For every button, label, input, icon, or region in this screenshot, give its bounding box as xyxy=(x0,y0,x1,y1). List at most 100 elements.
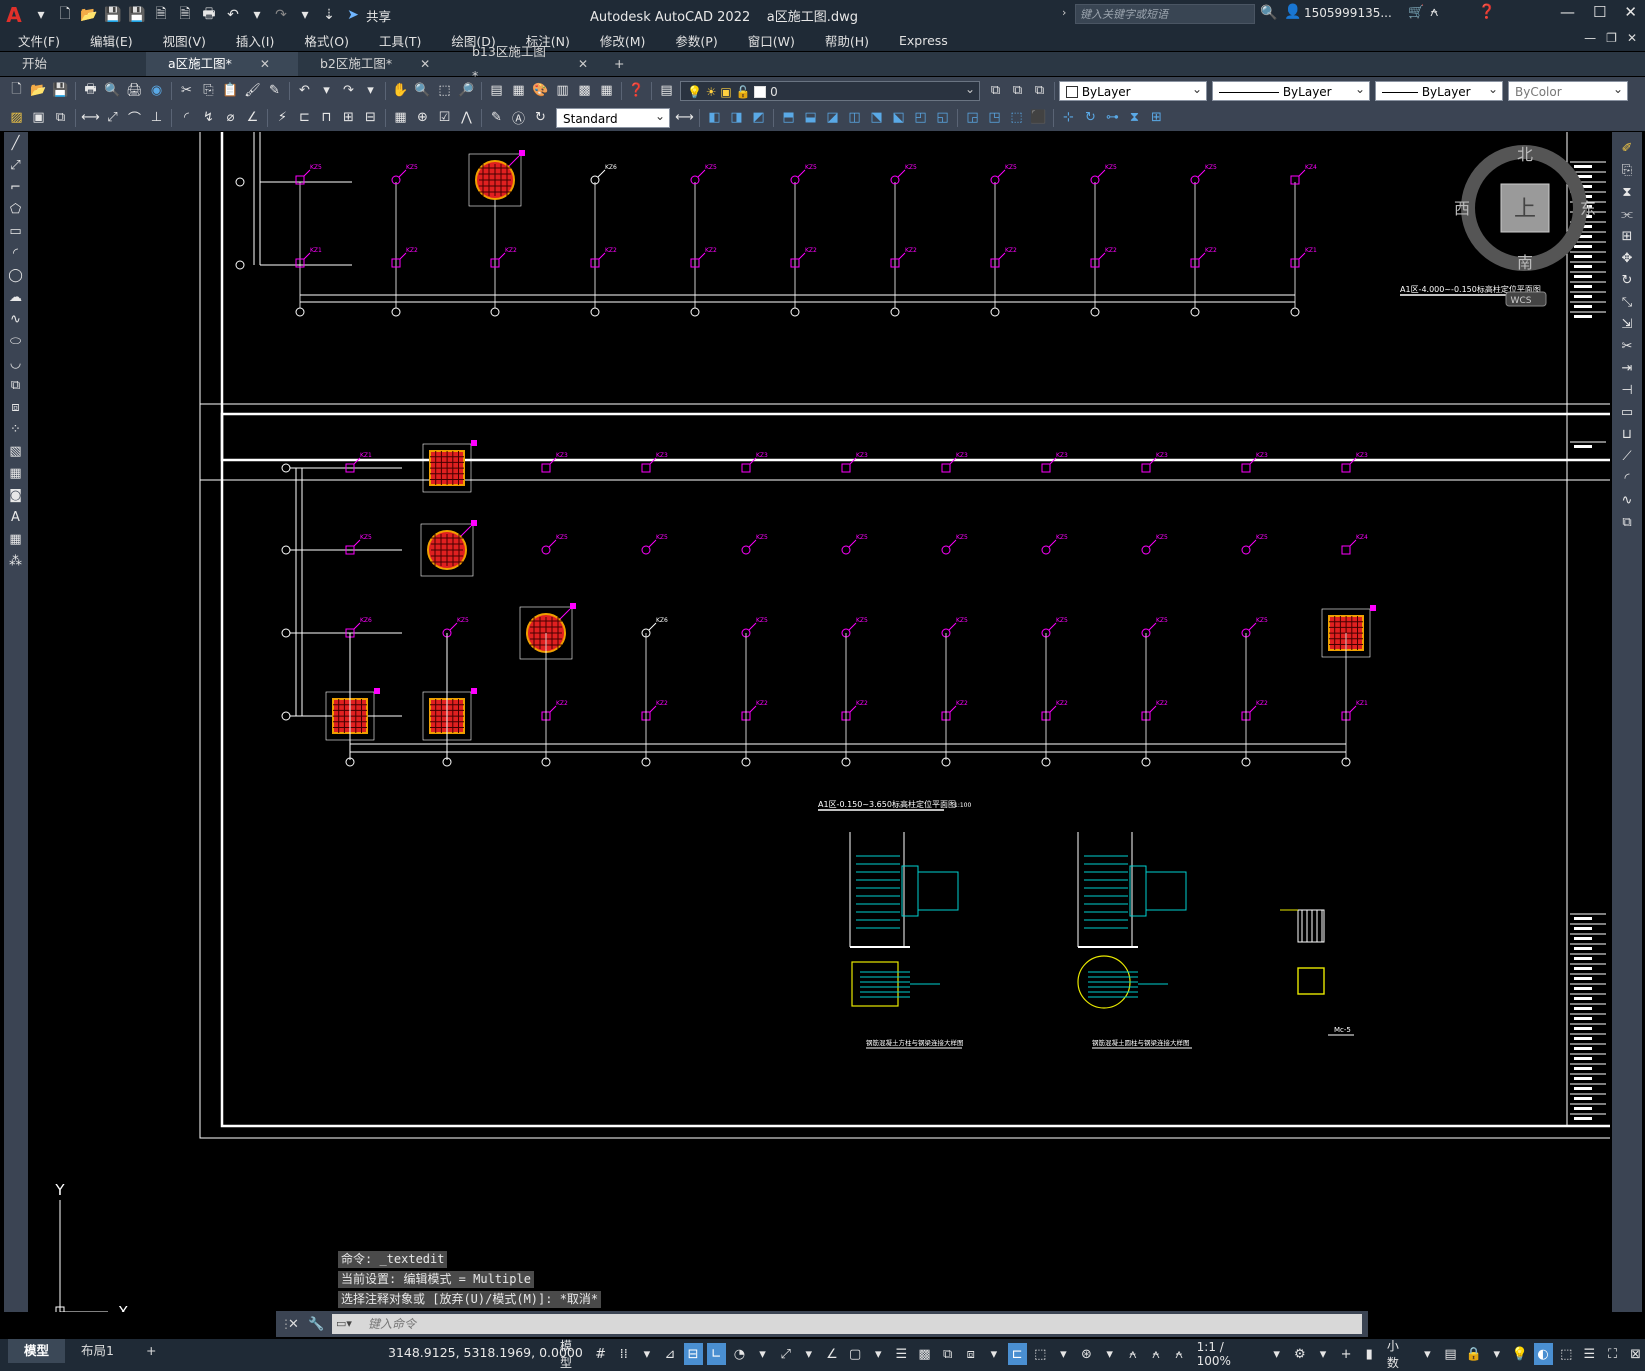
region-icon[interactable]: ◙ xyxy=(5,485,26,506)
chevron-right-icon[interactable]: › xyxy=(1062,6,1066,19)
ordinate-dimension-icon[interactable]: ⊥ xyxy=(146,107,167,128)
fillet-icon[interactable]: ◜ xyxy=(1617,468,1638,489)
construction-line-icon[interactable]: ⤢ xyxy=(5,155,26,176)
transparency-icon[interactable]: ▩ xyxy=(915,1343,934,1365)
ellipse-arc-icon[interactable]: ◡ xyxy=(5,353,26,374)
save-as-icon[interactable]: 💾 xyxy=(126,4,148,26)
viewcube-east[interactable]: 东 xyxy=(1580,199,1596,218)
dimension-edit-icon[interactable]: ✎ xyxy=(486,107,507,128)
sweep-icon[interactable]: ◪ xyxy=(822,107,843,128)
radius-dimension-icon[interactable]: ◜ xyxy=(176,107,197,128)
union-icon[interactable]: ⬕ xyxy=(888,107,909,128)
lock-ui-dropdown-icon[interactable]: ▾ xyxy=(1487,1343,1506,1365)
units-dropdown-icon[interactable]: ▾ xyxy=(1418,1343,1437,1365)
menu-modify[interactable]: 修改(M) xyxy=(582,31,658,50)
extrude-icon[interactable]: ⬒ xyxy=(778,107,799,128)
save-icon[interactable]: 💾 xyxy=(102,4,124,26)
layer-dropdown[interactable]: 💡 ☀ ▣ 🔓 0 xyxy=(680,79,980,101)
3d-object-snap-icon[interactable]: ⧈ xyxy=(961,1343,980,1365)
plot-icon[interactable]: 🖶 xyxy=(198,4,220,26)
ellipse-icon[interactable]: ⬭ xyxy=(5,331,26,352)
continue-dimension-icon[interactable]: ⊓ xyxy=(316,107,337,128)
layer-previous-icon[interactable]: ⧉ xyxy=(1007,80,1028,101)
dynamic-input-icon[interactable]: ⊟ xyxy=(683,1343,703,1365)
plotstyle-dropdown[interactable]: ByColor xyxy=(1508,79,1628,101)
new-icon[interactable]: 🗋 xyxy=(6,80,27,101)
align-3d-icon[interactable]: ⊶ xyxy=(1102,107,1123,128)
undo-icon[interactable]: ↶ xyxy=(294,80,315,101)
tab-b13-drawing[interactable]: b13区施工图* ✕ xyxy=(450,44,602,83)
jogged-linear-icon[interactable]: ⋀ xyxy=(456,107,477,128)
snap-dropdown-icon[interactable]: ▾ xyxy=(637,1343,656,1365)
clean-screen-icon[interactable]: ⬚ xyxy=(1557,1343,1576,1365)
help-icon[interactable]: ❓ xyxy=(626,80,647,101)
trim-icon[interactable]: ✂ xyxy=(1617,336,1638,357)
close-command-line-icon[interactable]: ✕ xyxy=(288,1317,308,1332)
menu-tools[interactable]: 工具(T) xyxy=(361,31,433,50)
calculator-icon[interactable]: ▦ xyxy=(596,80,617,101)
recent-commands-icon[interactable]: ▭▾ xyxy=(336,1317,352,1330)
publish-icon[interactable]: 🖨 xyxy=(124,80,145,101)
doc-close-icon[interactable]: ✕ xyxy=(1627,31,1637,45)
annotation-scale-dropdown[interactable]: 1:1 / 100% xyxy=(1193,1340,1263,1368)
text-style-dropdown[interactable]: Standard xyxy=(556,106,670,128)
menu-express[interactable]: Express xyxy=(881,33,960,48)
make-block-icon[interactable]: ⧈ xyxy=(5,397,26,418)
save-icon[interactable]: 💾 xyxy=(50,80,71,101)
tab-close-icon[interactable]: ✕ xyxy=(578,52,588,76)
ortho-icon[interactable]: ∟ xyxy=(706,1343,726,1365)
pan-icon[interactable]: ✋ xyxy=(390,80,411,101)
share-label[interactable]: 共享 xyxy=(366,6,391,25)
rotate-3d-icon[interactable]: ↻ xyxy=(1080,107,1101,128)
selection-filter-icon[interactable]: ⬚ xyxy=(1031,1343,1050,1365)
search-icon[interactable]: 🔍 xyxy=(1260,5,1277,21)
help-icon[interactable]: ❓ xyxy=(1478,4,1495,20)
lineweight-dropdown[interactable]: ByLayer xyxy=(1375,79,1503,101)
add-selected-icon[interactable]: ⁂ xyxy=(5,551,26,572)
gizmo-icon[interactable]: ⊛ xyxy=(1077,1343,1096,1365)
customize-icon[interactable]: 🔧 xyxy=(308,1317,328,1332)
layout-tab-model[interactable]: 模型 xyxy=(8,1339,66,1363)
open-file-icon[interactable]: 📂 xyxy=(78,4,100,26)
intersect-icon[interactable]: ◱ xyxy=(932,107,953,128)
explode-icon[interactable]: ⧉ xyxy=(1617,512,1638,533)
dimension-break-icon[interactable]: ⊟ xyxy=(360,107,381,128)
user-icon[interactable]: 👤 xyxy=(1284,4,1301,20)
array-3d-icon[interactable]: ⊞ xyxy=(1146,107,1167,128)
dynamic-ucs-icon[interactable]: ⊏ xyxy=(1007,1343,1027,1365)
dimension-update-icon[interactable]: ↻ xyxy=(530,107,551,128)
hatch-icon[interactable]: ▧ xyxy=(5,441,26,462)
angular-dimension-icon[interactable]: ∠ xyxy=(242,107,263,128)
menu-file[interactable]: 文件(F) xyxy=(0,31,72,50)
command-input[interactable]: 键入命令 xyxy=(332,1314,1362,1334)
drawing-svg[interactable]: KZ5KZ1KZ5KZ2 KZ2KZ6KZ2KZ5KZ2KZ5KZ2KZ5KZ2K… xyxy=(32,120,1642,1321)
fullscreen-icon[interactable]: ⛶ xyxy=(1603,1343,1622,1365)
diameter-dimension-icon[interactable]: ⌀ xyxy=(220,107,241,128)
tab-close-icon[interactable]: ✕ xyxy=(260,52,270,76)
line-icon[interactable]: ╱ xyxy=(5,133,26,154)
presspull-icon[interactable]: ⬓ xyxy=(800,107,821,128)
gradient-icon[interactable]: ▦ xyxy=(5,463,26,484)
customization-icon[interactable]: ☰ xyxy=(1580,1343,1599,1365)
menu-insert[interactable]: 插入(I) xyxy=(218,31,286,50)
undo-dropdown-icon[interactable]: ▾ xyxy=(246,4,268,26)
solid-edit-icon[interactable]: ⬛ xyxy=(1028,107,1049,128)
selection-cycling-icon[interactable]: ⧉ xyxy=(938,1343,957,1365)
tolerance-icon[interactable]: ▦ xyxy=(390,107,411,128)
color-dropdown[interactable]: ByLayer xyxy=(1059,79,1207,101)
revolve-icon[interactable]: ◫ xyxy=(844,107,865,128)
open-web-icon[interactable]: 🗎 xyxy=(150,4,172,26)
spline-icon[interactable]: ∿ xyxy=(5,309,26,330)
zoom-realtime-icon[interactable]: 🔍 xyxy=(412,80,433,101)
annotation-monitor-icon[interactable]: + xyxy=(1337,1343,1356,1365)
zoom-previous-icon[interactable]: 🔎 xyxy=(456,80,477,101)
properties-icon[interactable]: ▤ xyxy=(486,80,507,101)
new-file-icon[interactable]: 🗋 xyxy=(54,4,76,26)
customize-qat-icon[interactable]: ⇣ xyxy=(318,4,340,26)
plot-icon[interactable]: 🖶 xyxy=(80,80,101,101)
design-center-icon[interactable]: ▦ xyxy=(508,80,529,101)
move-icon[interactable]: ✥ xyxy=(1617,248,1638,269)
match-properties-icon[interactable]: 🖌 xyxy=(242,80,263,101)
minimize-icon[interactable]: — xyxy=(1560,3,1575,21)
isodraft-dropdown-icon[interactable]: ▾ xyxy=(799,1343,818,1365)
